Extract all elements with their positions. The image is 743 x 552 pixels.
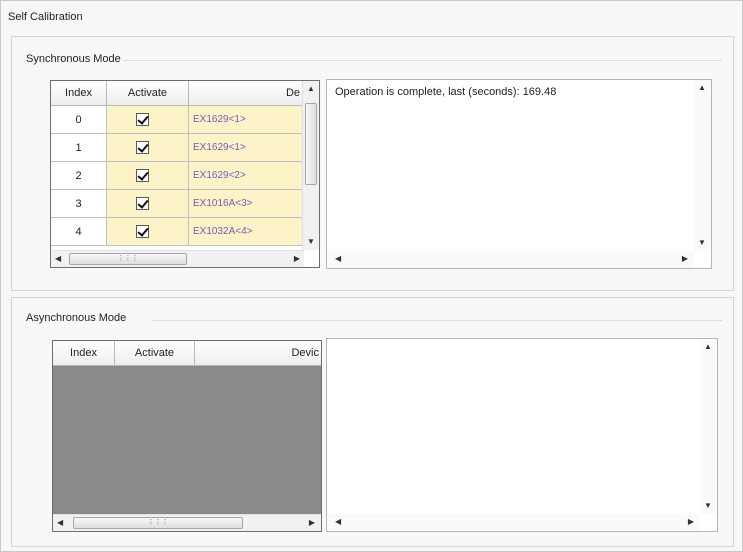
scroll-left-arrow-icon[interactable]: ◀ (335, 518, 341, 526)
column-header-device[interactable]: Devic (195, 341, 321, 366)
index-cell: 0 (51, 106, 107, 134)
grid-horizontal-scrollbar[interactable]: ◀ ⋮⋮⋮ ▶ (53, 514, 321, 531)
index-cell: 1 (51, 134, 107, 162)
sync-output-textbox[interactable]: Operation is complete, last (seconds): 1… (326, 79, 712, 269)
asynchronous-mode-label: Asynchronous Mode (24, 312, 129, 324)
sync-output-text: Operation is complete, last (seconds): 1… (335, 86, 557, 98)
groupbox-divider (122, 60, 722, 61)
scroll-right-arrow-icon[interactable]: ▶ (688, 518, 694, 526)
index-cell: 4 (51, 218, 107, 246)
device-cell: EX1629<2> (189, 162, 304, 190)
scroll-left-arrow-icon[interactable]: ◀ (55, 255, 61, 263)
column-header-activate[interactable]: Activate (115, 341, 195, 366)
scroll-left-arrow-icon[interactable]: ◀ (57, 519, 63, 527)
scroll-up-arrow-icon[interactable]: ▲ (704, 343, 712, 351)
scroll-thumb[interactable]: ⋮⋮⋮ (69, 253, 187, 265)
table-row[interactable]: 3 EX1016A<3> (51, 190, 319, 218)
activate-cell (107, 218, 189, 246)
scroll-down-arrow-icon[interactable]: ▼ (307, 238, 315, 246)
device-cell: EX1016A<3> (189, 190, 304, 218)
window-title: Self Calibration (8, 11, 83, 23)
scroll-up-arrow-icon[interactable]: ▲ (698, 84, 706, 92)
table-row[interactable]: 2 EX1629<2> (51, 162, 319, 190)
activate-checkbox[interactable] (136, 197, 149, 210)
synchronous-mode-label: Synchronous Mode (24, 53, 123, 65)
activate-cell (107, 190, 189, 218)
activate-cell (107, 134, 189, 162)
async-device-grid[interactable]: Index Activate Devic ◀ ⋮⋮⋮ ▶ (52, 340, 322, 532)
scroll-right-arrow-icon[interactable]: ▶ (309, 519, 315, 527)
activate-checkbox[interactable] (136, 169, 149, 182)
scroll-left-arrow-icon[interactable]: ◀ (335, 255, 341, 263)
output-horizontal-scrollbar[interactable]: ◀ ▶ (327, 514, 700, 531)
scroll-thumb[interactable] (305, 103, 317, 185)
scroll-down-arrow-icon[interactable]: ▼ (704, 502, 712, 510)
activate-cell (107, 106, 189, 134)
scroll-right-arrow-icon[interactable]: ▶ (682, 255, 688, 263)
self-calibration-window: Self Calibration Synchronous Mode Index … (0, 0, 743, 552)
scroll-grip-icon: ⋮⋮⋮ (117, 255, 139, 262)
grid-header: Index Activate Devic (53, 341, 321, 366)
table-row[interactable]: 0 EX1629<1> (51, 106, 319, 134)
grid-header: Index Activate De (51, 81, 319, 106)
grid-vertical-scrollbar[interactable]: ▲ ▼ (302, 81, 319, 250)
empty-grid-area (53, 366, 321, 514)
scroll-down-arrow-icon[interactable]: ▼ (698, 239, 706, 247)
index-cell: 3 (51, 190, 107, 218)
scroll-right-arrow-icon[interactable]: ▶ (294, 255, 300, 263)
output-horizontal-scrollbar[interactable]: ◀ ▶ (327, 251, 694, 268)
asynchronous-mode-panel: Asynchronous Mode Index Activate Devic ◀… (11, 297, 734, 547)
column-header-activate[interactable]: Activate (107, 81, 189, 106)
activate-checkbox[interactable] (136, 225, 149, 238)
scroll-up-arrow-icon[interactable]: ▲ (307, 85, 315, 93)
column-header-device[interactable]: De (189, 81, 304, 106)
device-cell: EX1629<1> (189, 134, 304, 162)
table-row[interactable]: 4 EX1032A<4> (51, 218, 319, 246)
scroll-thumb[interactable]: ⋮⋮⋮ (73, 517, 243, 529)
device-cell: EX1629<1> (189, 106, 304, 134)
output-vertical-scrollbar[interactable]: ▲ ▼ (694, 80, 711, 251)
synchronous-mode-panel: Synchronous Mode Index Activate De 0 EX1… (11, 36, 734, 291)
activate-checkbox[interactable] (136, 113, 149, 126)
activate-checkbox[interactable] (136, 141, 149, 154)
grid-horizontal-scrollbar[interactable]: ◀ ⋮⋮⋮ ▶ (51, 250, 304, 267)
sync-device-grid[interactable]: Index Activate De 0 EX1629<1> 1 EX1629<1… (50, 80, 320, 268)
async-output-textbox[interactable]: ▲ ▼ ◀ ▶ (326, 338, 718, 532)
activate-cell (107, 162, 189, 190)
column-header-index[interactable]: Index (51, 81, 107, 106)
table-row[interactable]: 1 EX1629<1> (51, 134, 319, 162)
output-vertical-scrollbar[interactable]: ▲ ▼ (700, 339, 717, 514)
scroll-grip-icon: ⋮⋮⋮ (147, 519, 169, 526)
index-cell: 2 (51, 162, 107, 190)
device-cell: EX1032A<4> (189, 218, 304, 246)
groupbox-divider (152, 320, 722, 321)
column-header-index[interactable]: Index (53, 341, 115, 366)
